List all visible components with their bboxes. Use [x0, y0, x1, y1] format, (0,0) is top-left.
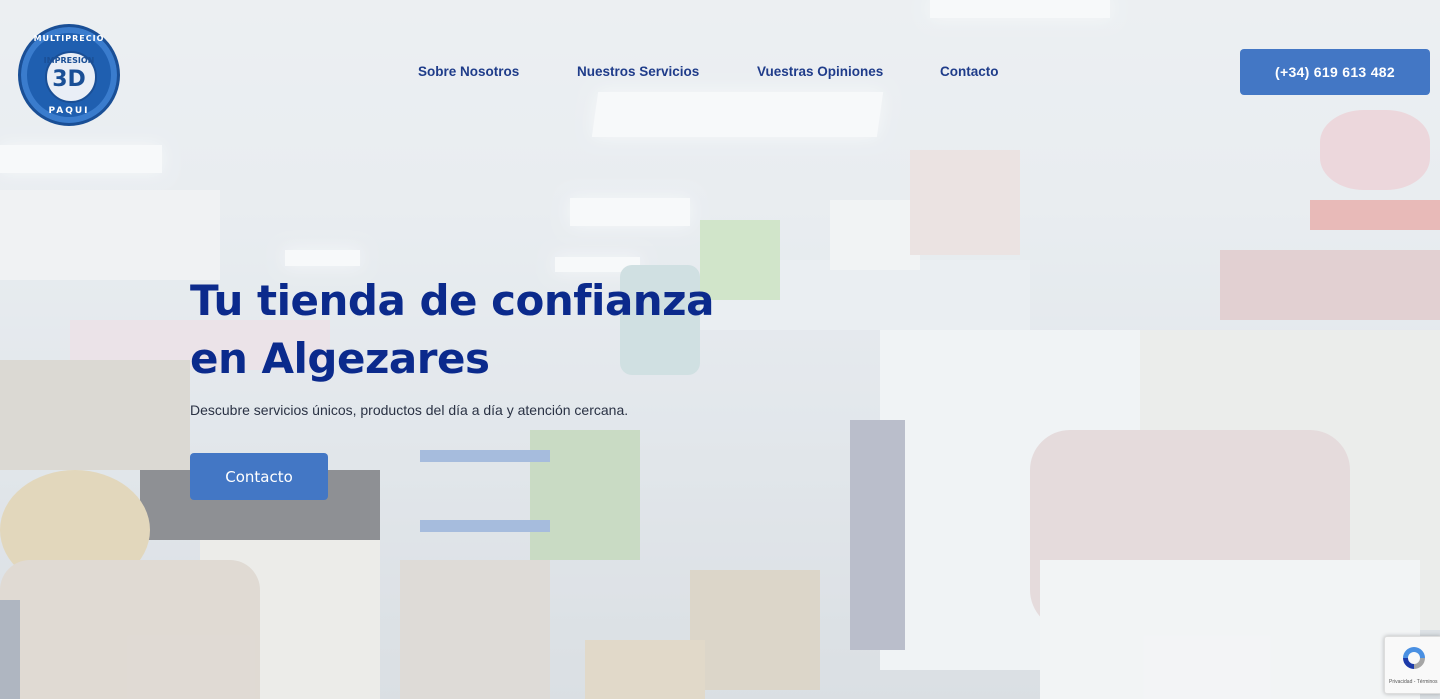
- phone-button[interactable]: (+34) 619 613 482: [1240, 49, 1430, 95]
- logo-top-text: MULTIPRECIO: [33, 34, 105, 43]
- logo-mid-text: IMPRESIÓN: [43, 56, 95, 65]
- nav-link-sobre-nosotros[interactable]: Sobre Nosotros: [418, 64, 519, 79]
- nav-link-nuestros-servicios[interactable]: Nuestros Servicios: [577, 64, 699, 79]
- logo-bottom-text: PAQUI: [48, 106, 90, 116]
- nav-link-contacto[interactable]: Contacto: [940, 64, 999, 79]
- hero-title-line-2: en Algezares: [190, 334, 490, 383]
- hero-contact-button[interactable]: Contacto: [190, 453, 328, 500]
- nav-link-vuestras-opiniones[interactable]: Vuestras Opiniones: [757, 64, 883, 79]
- recaptcha-footer-text[interactable]: Privacidad - Términos: [1389, 679, 1438, 685]
- recaptcha-badge[interactable]: Privacidad - Términos: [1384, 636, 1440, 694]
- site-header: MULTIPRECIO IMPRESIÓN 3D PAQUI Sobre Nos…: [0, 0, 1440, 140]
- brand-logo[interactable]: MULTIPRECIO IMPRESIÓN 3D PAQUI: [18, 24, 120, 126]
- logo-3d-text: 3D: [52, 67, 86, 92]
- recaptcha-icon: [1403, 647, 1425, 669]
- hero-title: Tu tienda de confianza en Algezares: [190, 272, 714, 388]
- hero-subtitle: Descubre servicios únicos, productos del…: [190, 402, 629, 418]
- hero-title-line-1: Tu tienda de confianza: [190, 276, 714, 325]
